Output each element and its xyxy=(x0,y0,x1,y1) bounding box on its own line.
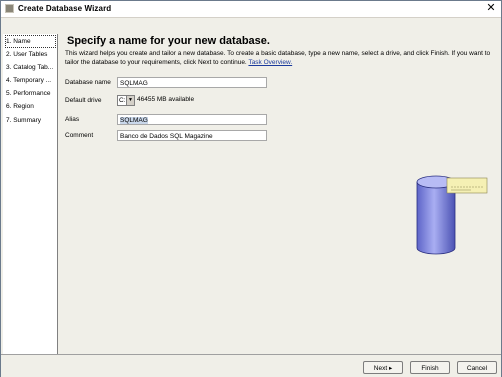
step-region[interactable]: 6. Region xyxy=(6,101,56,112)
page-title: Specify a name for your new database. xyxy=(67,35,270,47)
step-catalog-tables[interactable]: 3. Catalog Tab... xyxy=(6,62,56,73)
step-user-tables[interactable]: 2. User Tables xyxy=(6,49,56,60)
page-description: This wizard helps you create and tailor … xyxy=(65,49,493,67)
database-name-input[interactable]: SQLMAG xyxy=(117,77,267,88)
main-panel: Specify a name for your new database. Th… xyxy=(59,34,499,354)
default-drive-label: Default drive xyxy=(65,97,102,104)
wizard-icon xyxy=(5,4,14,13)
step-performance[interactable]: 5. Performance xyxy=(6,88,56,99)
drive-select-value: C: xyxy=(119,97,126,104)
drive-select[interactable]: C: ▼ xyxy=(117,95,135,106)
step-name[interactable]: 1. Name xyxy=(5,35,56,48)
alias-label: Alias xyxy=(65,116,80,123)
window-title: Create Database Wizard xyxy=(18,4,112,13)
alias-input-value: SQLMAG xyxy=(120,117,148,124)
title-bar: Create Database Wizard ✕ xyxy=(1,1,501,18)
wizard-steps-sidebar: 1. Name 2. User Tables 3. Catalog Tab...… xyxy=(3,34,58,354)
button-bar: Next ▸ Finish Cancel xyxy=(1,354,501,377)
step-summary[interactable]: 7. Summary xyxy=(6,115,56,126)
wizard-window: Create Database Wizard ✕ 1. Name 2. User… xyxy=(0,0,502,377)
step-temporary[interactable]: 4. Temporary ... xyxy=(6,75,56,86)
next-button[interactable]: Next ▸ xyxy=(363,361,403,374)
cancel-button[interactable]: Cancel xyxy=(457,361,497,374)
comment-label: Comment xyxy=(65,132,94,139)
task-overview-link[interactable]: Task Overview. xyxy=(248,59,292,66)
database-name-label: Database name xyxy=(65,79,111,86)
comment-input[interactable]: Banco de Dados SQL Magazine xyxy=(117,130,267,141)
drive-available-text: 46455 MB available xyxy=(137,96,195,103)
alias-input[interactable]: SQLMAG xyxy=(117,114,267,125)
chevron-down-icon[interactable]: ▼ xyxy=(126,96,134,105)
close-icon[interactable]: ✕ xyxy=(484,2,498,15)
database-cylinder-icon xyxy=(416,175,488,255)
finish-button[interactable]: Finish xyxy=(410,361,450,374)
